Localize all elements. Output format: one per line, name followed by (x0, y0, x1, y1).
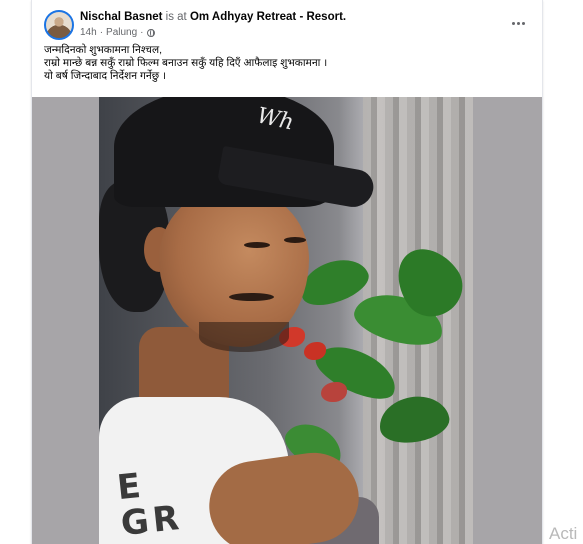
author-line: Nischal Basnet is at Om Adhyay Retreat -… (80, 11, 346, 23)
more-options-icon (511, 21, 515, 25)
page: Nischal Basnet is at Om Adhyay Retreat -… (0, 0, 583, 544)
more-options-dot (521, 21, 525, 25)
post-meta: 14h · Palung · (80, 27, 155, 38)
post-text-line-1: जन्मदिनको शुभकामना निश्चल, (44, 44, 162, 56)
post-photo-container[interactable]: E GR Wh (32, 97, 542, 544)
place-label: Palung (106, 27, 138, 38)
post-header: Nischal Basnet is at Om Adhyay Retreat -… (32, 0, 542, 44)
post-photo[interactable]: E GR Wh (99, 97, 473, 544)
post-text-line-2: राम्रो मान्छे बन्न सकुँ राम्रो फिल्म बना… (44, 57, 328, 69)
photo-shirt-print: E GR (115, 465, 185, 544)
photo-mustache (229, 293, 274, 301)
post-text-line-3: यो बर्ष जिन्दाबाद निर्देशन गर्नेछु । (44, 70, 166, 82)
location-link[interactable]: Om Adhyay Retreat - Resort. (190, 11, 346, 23)
author-avatar[interactable] (44, 10, 74, 40)
photo-eye-left (244, 242, 270, 248)
post-timestamp-link[interactable]: 14h (80, 27, 97, 38)
os-activation-watermark: Acti (549, 524, 578, 543)
location-connector: is at (165, 11, 187, 23)
post-text: जन्मदिनको शुभकामना निश्चल, राम्रो मान्छे… (44, 44, 524, 83)
meta-separator: · (99, 27, 104, 38)
globe-icon[interactable] (146, 28, 155, 37)
photo-eye-right (284, 237, 306, 243)
author-name-link[interactable]: Nischal Basnet (80, 11, 162, 23)
more-options-dot (516, 21, 520, 25)
meta-separator-2: · (140, 27, 144, 38)
photo-beard (199, 322, 289, 352)
more-options-button[interactable] (506, 12, 530, 34)
post-card: Nischal Basnet is at Om Adhyay Retreat -… (31, 0, 543, 544)
